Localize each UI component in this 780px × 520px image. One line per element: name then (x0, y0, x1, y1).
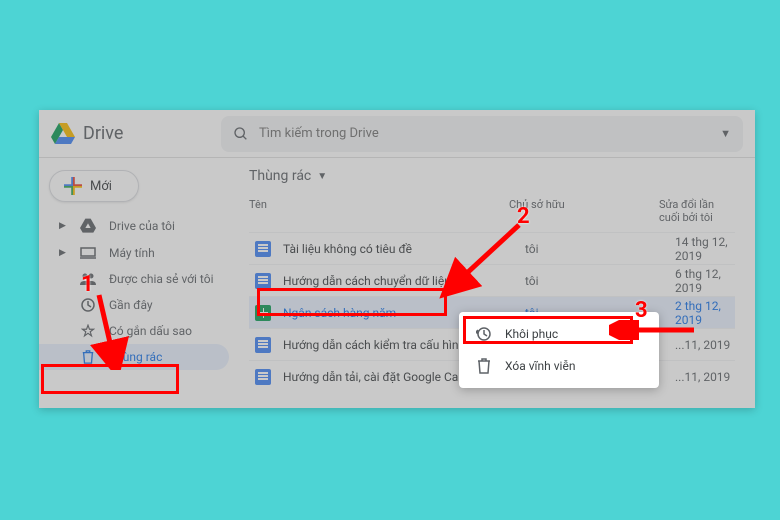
col-name[interactable]: Tên (249, 198, 509, 224)
chevron-right-icon: ▶ (59, 221, 67, 231)
search-input[interactable] (259, 126, 702, 141)
sheets-icon (255, 305, 271, 321)
search-icon (233, 126, 249, 142)
context-menu: Khôi phục Xóa vĩnh viễn (459, 312, 659, 388)
new-button-label: Mới (90, 179, 112, 194)
recent-icon (79, 298, 97, 312)
ctx-delete-label: Xóa vĩnh viễn (505, 359, 575, 373)
topbar: Drive ▼ (39, 110, 755, 158)
drive-logo-icon (51, 123, 75, 145)
trash-icon (79, 350, 97, 364)
sidebar-item-mydrive[interactable]: ▶ Drive của tôi (39, 212, 229, 240)
plus-icon (64, 177, 82, 195)
sidebar-item-recent[interactable]: Gần đây (39, 292, 229, 318)
docs-icon (255, 369, 271, 385)
docs-icon (255, 241, 271, 257)
breadcrumb[interactable]: Thùng rác ▼ (249, 168, 735, 184)
sidebar-item-trash[interactable]: Thùng rác (39, 344, 229, 370)
sidebar-item-starred[interactable]: Có gắn dấu sao (39, 318, 229, 344)
star-icon (79, 324, 97, 338)
docs-icon (255, 337, 271, 353)
searchbar[interactable]: ▼ (221, 116, 743, 152)
col-modified[interactable]: Sửa đổi lần cuối bởi tôi (659, 198, 735, 224)
annotation-number-2: 2 (517, 204, 530, 229)
computers-icon (79, 247, 97, 259)
sidebar-item-shared[interactable]: Được chia sẻ với tôi (39, 266, 229, 292)
sidebar-item-label: Gần đây (109, 298, 153, 312)
sidebar-item-label: Được chia sẻ với tôi (109, 272, 214, 286)
column-headers: Tên Chủ sở hữu Sửa đổi lần cuối bởi tôi (249, 198, 735, 224)
search-options-icon[interactable]: ▼ (720, 127, 731, 140)
brand-label: Drive (83, 123, 123, 144)
annotation-number-1: 1 (81, 272, 94, 297)
sidebar-item-label: Drive của tôi (109, 219, 175, 233)
ctx-delete-forever[interactable]: Xóa vĩnh viễn (459, 350, 659, 382)
drive-app-window: Drive ▼ Mới ▶ Drive của tôi ▶ Máy tính (39, 110, 755, 408)
mydrive-icon (79, 218, 97, 234)
annotation-number-3: 3 (635, 298, 648, 323)
sidebar-item-label: Có gắn dấu sao (109, 324, 192, 338)
sidebar-item-computers[interactable]: ▶ Máy tính (39, 240, 229, 266)
chevron-down-icon: ▼ (317, 171, 327, 182)
sidebar: Mới ▶ Drive của tôi ▶ Máy tính Được chia… (39, 158, 229, 408)
docs-icon (255, 273, 271, 289)
brand[interactable]: Drive (51, 123, 221, 145)
delete-forever-icon (475, 358, 493, 374)
restore-icon (475, 326, 493, 342)
chevron-right-icon: ▶ (59, 248, 67, 258)
new-button[interactable]: Mới (49, 170, 139, 202)
ctx-restore-label: Khôi phục (505, 327, 558, 341)
file-row[interactable]: Hướng dẫn cách chuyển dữ liệu từ...tôi6 … (249, 264, 735, 296)
sidebar-item-label: Thùng rác (109, 350, 162, 364)
ctx-restore[interactable]: Khôi phục (459, 318, 659, 350)
sidebar-item-label: Máy tính (109, 246, 155, 260)
col-owner[interactable]: Chủ sở hữu (509, 198, 659, 224)
file-row[interactable]: Tài liệu không có tiêu đềtôi14 thg 12, 2… (249, 232, 735, 264)
